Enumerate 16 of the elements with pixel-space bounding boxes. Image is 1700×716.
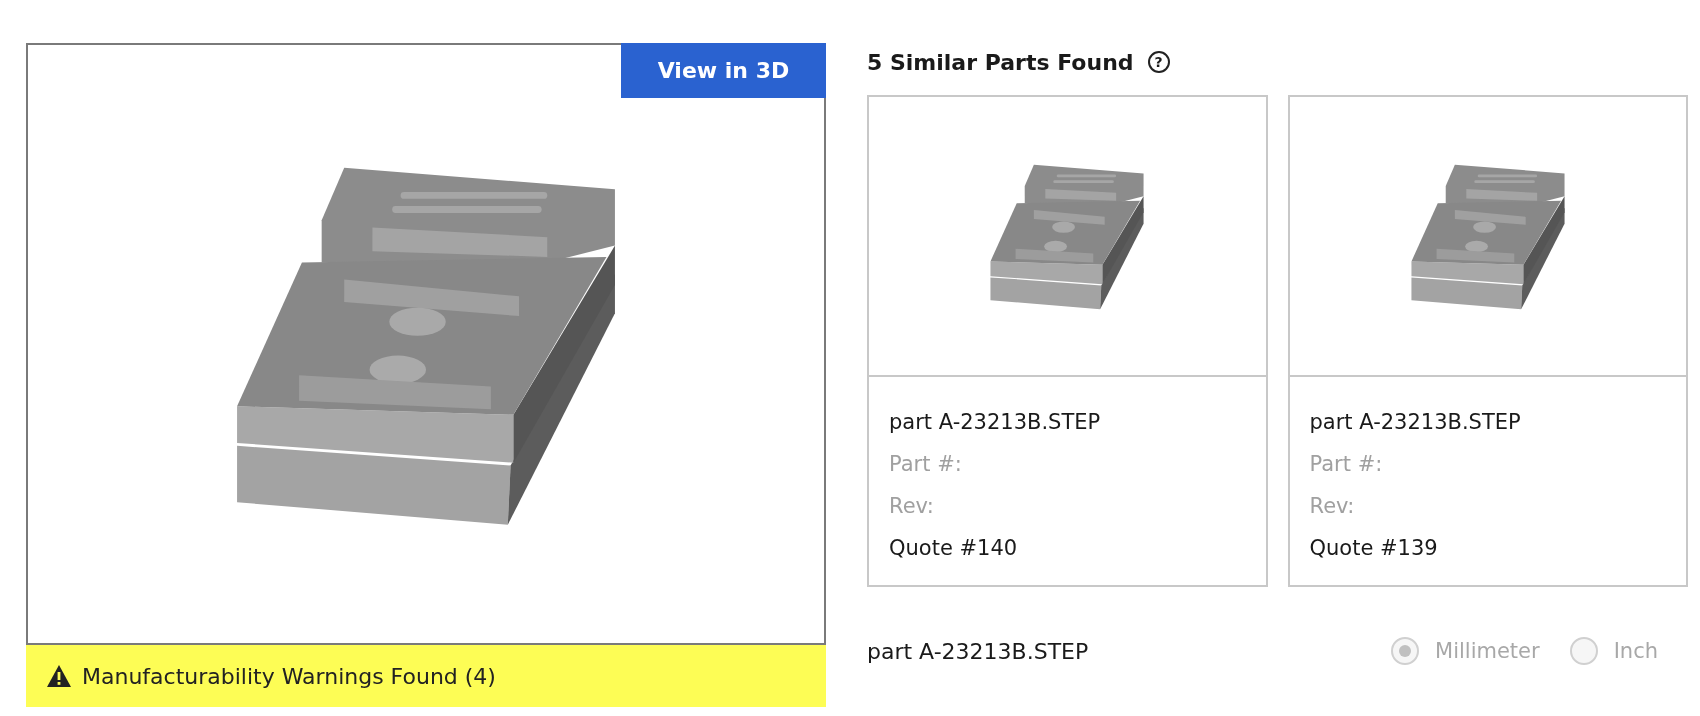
part-card[interactable]: part A-23213B.STEP Part #: Rev: Quote #139: [1287, 95, 1688, 587]
warning-text: Manufacturability Warnings Found (4): [82, 663, 496, 689]
rev-label: Rev:: [1309, 493, 1356, 520]
part-name: part A-23213B.STEP: [889, 409, 1102, 436]
part-number-label: Part #:: [889, 451, 963, 478]
rev-label: Rev:: [889, 493, 935, 520]
view-in-3d-button[interactable]: View in 3D: [621, 43, 826, 98]
part-number-label: Part #:: [1309, 451, 1384, 478]
quote-number: Quote #139: [1309, 535, 1439, 562]
warning-icon: [46, 664, 72, 688]
file-name: part A-23213B.STEP: [867, 638, 1089, 664]
help-icon[interactable]: ?: [1147, 51, 1170, 73]
similar-parts-heading: 5 Similar Parts Found: [867, 49, 1134, 75]
part-name: part A-23213B.STEP: [1309, 409, 1522, 436]
part-card[interactable]: part A-23213B.STEP Part #: Rev: Quote #140: [867, 95, 1268, 587]
quote-number: Quote #140: [889, 535, 1019, 562]
